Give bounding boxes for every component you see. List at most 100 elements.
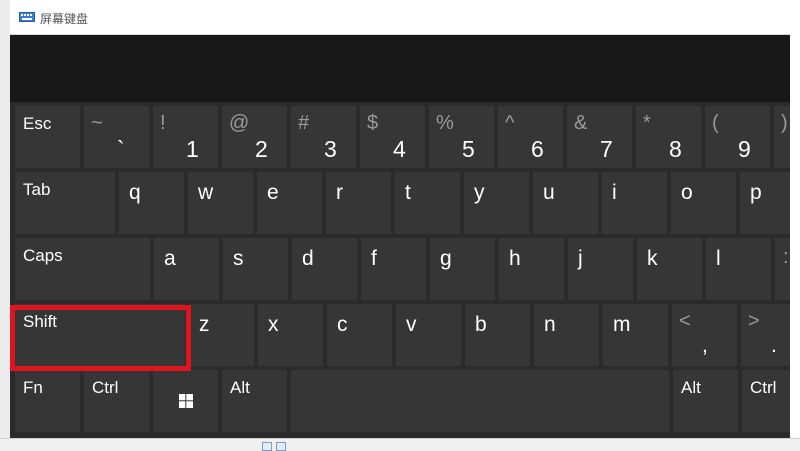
key-letter: i	[612, 181, 617, 204]
key-w[interactable]: w	[188, 172, 253, 234]
key-letter: r	[336, 181, 343, 204]
key-main-char: ,	[702, 334, 708, 357]
key-r[interactable]: r	[326, 172, 391, 234]
key-main-char: 3	[324, 136, 337, 162]
key-7[interactable]: & 7	[567, 106, 632, 168]
key-u[interactable]: u	[533, 172, 598, 234]
key-letter: e	[267, 181, 279, 204]
key-x[interactable]: x	[258, 304, 323, 366]
key-8[interactable]: * 8	[636, 106, 701, 168]
key-shift-char: <	[679, 310, 691, 332]
key-c[interactable]: c	[327, 304, 392, 366]
key-letter: n	[544, 313, 556, 336]
key-1[interactable]: ! 1	[153, 106, 218, 168]
key-windows[interactable]	[153, 370, 218, 432]
key-3[interactable]: # 3	[291, 106, 356, 168]
key-shift-char: #	[298, 112, 310, 134]
key-9[interactable]: ( 9	[705, 106, 770, 168]
key-main-char: .	[771, 334, 777, 357]
key-shift-char: $	[367, 112, 379, 134]
keyboard-icon	[19, 12, 35, 22]
key-shift-char: )	[781, 112, 788, 134]
key-letter: u	[543, 181, 555, 204]
key-k[interactable]: k	[637, 238, 702, 300]
title-bar[interactable]: 屏幕键盘	[10, 0, 800, 35]
key-q[interactable]: q	[119, 172, 184, 234]
key-letter: b	[475, 313, 487, 336]
key-z[interactable]: z	[189, 304, 254, 366]
key-letter: g	[440, 247, 452, 270]
key-shift-char: %	[436, 112, 454, 134]
key-v[interactable]: v	[396, 304, 461, 366]
key-letter: s	[233, 247, 244, 270]
key-letter: q	[129, 181, 141, 204]
key-letter: w	[198, 181, 214, 204]
key-b[interactable]: b	[465, 304, 530, 366]
key-main-char: 9	[738, 136, 751, 162]
key-j[interactable]: j	[568, 238, 633, 300]
key-letter: z	[199, 313, 210, 336]
key-alt-left[interactable]: Alt	[222, 370, 287, 432]
background-window-fragment	[0, 438, 800, 451]
key-letter: a	[164, 247, 176, 270]
key-e[interactable]: e	[257, 172, 322, 234]
key-5[interactable]: % 5	[429, 106, 494, 168]
key-a[interactable]: a	[154, 238, 219, 300]
key-s[interactable]: s	[223, 238, 288, 300]
key-main-char: `	[117, 136, 125, 162]
on-screen-keyboard-window: 屏幕键盘 Esc ~ ` ! 1 @ 2 # 3 $ 4 % 5 ^ 6 & 7…	[10, 0, 800, 438]
key-main-char: 2	[255, 136, 268, 162]
key-letter: o	[681, 181, 693, 204]
key-fn[interactable]: Fn	[15, 370, 80, 432]
key-t[interactable]: t	[395, 172, 460, 234]
key-ctrl-left[interactable]: Ctrl	[84, 370, 149, 432]
key-tab[interactable]: Tab	[15, 172, 115, 234]
key-shift-char: :	[783, 246, 789, 268]
key-y[interactable]: y	[464, 172, 529, 234]
key-shift-left[interactable]: Shift	[15, 304, 185, 366]
key-label: Tab	[23, 180, 51, 199]
key-shift-char: @	[229, 112, 250, 134]
key-label: Alt	[230, 378, 250, 397]
key-shift-char: (	[712, 112, 719, 134]
key-esc[interactable]: Esc	[15, 106, 80, 168]
key-i[interactable]: i	[602, 172, 667, 234]
key-letter: x	[268, 313, 279, 336]
key-label: Esc	[23, 114, 52, 133]
key-2[interactable]: @ 2	[222, 106, 287, 168]
key-space[interactable]	[291, 370, 669, 432]
key-4[interactable]: $ 4	[360, 106, 425, 168]
key-shift-char: ~	[91, 112, 103, 134]
key-label: Ctrl	[750, 378, 777, 397]
key-letter: j	[578, 247, 583, 270]
key-shift-char: !	[160, 112, 166, 134]
key-f[interactable]: f	[361, 238, 426, 300]
key-o[interactable]: o	[671, 172, 736, 234]
key-shift-char: *	[643, 112, 651, 134]
key-m[interactable]: m	[603, 304, 668, 366]
key-alt-right[interactable]: Alt	[673, 370, 738, 432]
key-main-char: 4	[393, 136, 406, 162]
key-label: Ctrl	[92, 378, 119, 397]
key-caps[interactable]: Caps	[15, 238, 150, 300]
key-comma[interactable]: < ,	[672, 304, 737, 366]
key-backtick[interactable]: ~ `	[84, 106, 149, 168]
key-letter: m	[613, 313, 631, 336]
key-main-char: 1	[186, 136, 199, 162]
key-h[interactable]: h	[499, 238, 564, 300]
key-g[interactable]: g	[430, 238, 495, 300]
key-letter: k	[647, 247, 658, 270]
key-d[interactable]: d	[292, 238, 357, 300]
key-letter: p	[750, 181, 762, 204]
key-letter: v	[406, 313, 417, 336]
key-6[interactable]: ^ 6	[498, 106, 563, 168]
key-shift-char: ^	[505, 112, 515, 134]
window-title: 屏幕键盘	[40, 12, 89, 26]
key-l[interactable]: l	[706, 238, 771, 300]
key-main-char: 8	[669, 136, 682, 162]
key-shift-char: >	[748, 310, 760, 332]
key-label: Shift	[23, 312, 58, 331]
key-n[interactable]: n	[534, 304, 599, 366]
key-letter: d	[302, 247, 314, 270]
keyboard-top-area	[10, 35, 800, 102]
